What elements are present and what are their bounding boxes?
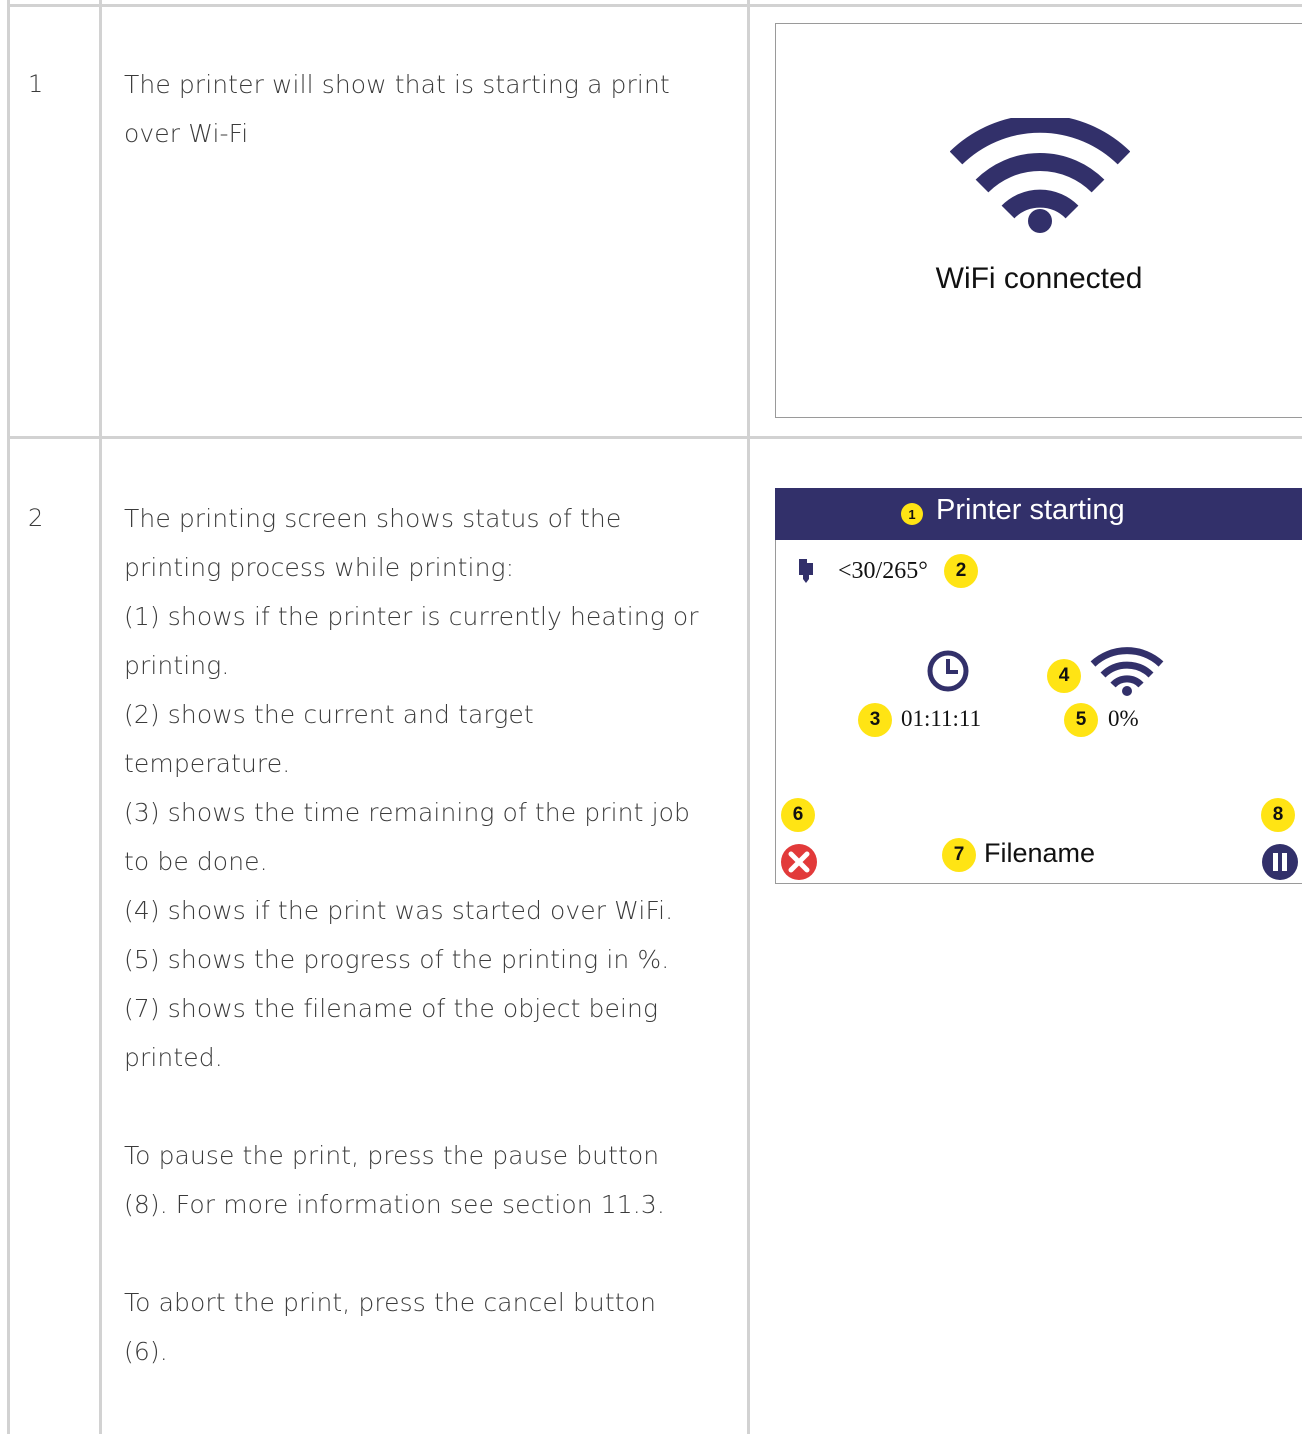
step-number-1: 1 (28, 70, 44, 98)
clock-icon (927, 650, 969, 692)
printer-status-title: Printer starting (936, 494, 1125, 526)
abort-instruction-line: (6). (124, 1337, 168, 1366)
description-line: (5) shows the progress of the printing i… (124, 945, 670, 974)
callout-badge-1: 1 (901, 503, 923, 525)
callout-badge-4: 4 (1047, 659, 1081, 693)
table-row-divider (8, 436, 1302, 439)
description-line: printed. (124, 1043, 223, 1072)
description-line: (3) shows the time remaining of the prin… (124, 798, 690, 827)
cancel-icon[interactable] (780, 843, 818, 881)
table-column-divider-1 (99, 0, 102, 1434)
print-progress: 0% (1108, 706, 1139, 731)
callout-badge-6: 6 (781, 798, 815, 832)
wifi-icon (1090, 647, 1164, 696)
description-line: (2) shows the current and target (124, 700, 534, 729)
pause-instruction-line: (8). For more information see section 11… (124, 1190, 665, 1219)
step-1-description: The printer will show that is starting a… (124, 60, 734, 158)
description-line: (4) shows if the print was started over … (124, 896, 674, 925)
table-column-divider-2 (747, 0, 750, 1434)
callout-badge-5: 5 (1064, 703, 1098, 737)
table-left-border (7, 0, 10, 1434)
description-line: The printer will show that is starting a… (124, 70, 670, 99)
callout-badge-2: 2 (944, 554, 978, 588)
abort-instruction-line: To abort the print, press the cancel but… (124, 1288, 657, 1317)
temperature-readout: <30/265° (838, 558, 928, 584)
pause-instruction-line: To pause the print, press the pause butt… (124, 1141, 660, 1170)
table-top-border (8, 4, 1302, 7)
pause-icon[interactable] (1261, 843, 1299, 881)
wifi-status-label: WiFi connected (935, 262, 1143, 295)
description-line: temperature. (124, 749, 291, 778)
step-2-description: The printing screen shows status of the … (124, 494, 734, 1376)
wifi-icon (950, 118, 1130, 233)
step-number-2: 2 (28, 504, 44, 532)
description-line: to be done. (124, 847, 268, 876)
description-line: The printing screen shows status of the (124, 504, 622, 533)
description-line: (1) shows if the printer is currently he… (124, 602, 699, 631)
time-remaining: 01:11:11 (901, 706, 982, 731)
printing-screen (775, 488, 1302, 884)
description-line: over Wi-Fi (124, 119, 249, 148)
callout-badge-7: 7 (942, 838, 976, 872)
description-line: printing process while printing: (124, 553, 515, 582)
callout-badge-8: 8 (1261, 798, 1295, 832)
description-line: printing. (124, 651, 230, 680)
print-filename: Filename (984, 838, 1096, 868)
nozzle-icon (799, 559, 813, 583)
callout-badge-3: 3 (858, 703, 892, 737)
description-line: (7) shows the filename of the object bei… (124, 994, 659, 1023)
